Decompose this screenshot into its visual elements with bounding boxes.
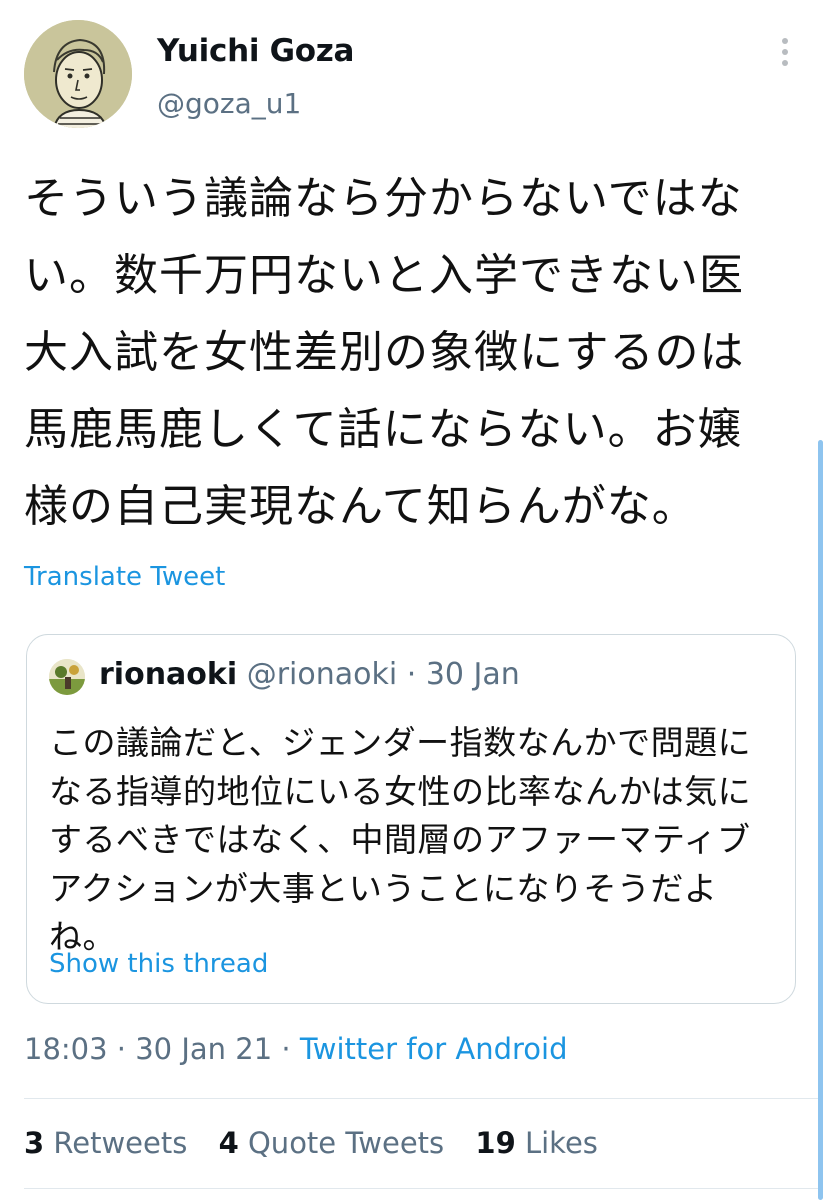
quoted-tweet-card[interactable]: rionaoki @rionaoki · 30 Jan この議論だと、ジェンダー… [26,634,796,1004]
likes-count: 19 [475,1126,516,1160]
tweet-source-link[interactable]: Twitter for Android [300,1032,568,1066]
quoted-author-name[interactable]: rionaoki [99,657,237,692]
dot [782,60,788,66]
author-avatar[interactable] [24,20,132,128]
author-handle[interactable]: @goza_u1 [157,87,301,120]
quoted-tweet-text: この議論だと、ジェンダー指数なんかで問題に なる指導的地位にいる女性の比率なんか… [49,723,752,956]
quoted-author-avatar [49,659,85,695]
separator-dot: · [116,1032,127,1066]
quote-tweets-count: 4 [218,1126,239,1160]
quoted-author-handle[interactable]: @rionaoki [247,657,397,692]
retweets-stat[interactable]: 3 Retweets [24,1126,197,1160]
likes-label: Likes [524,1126,598,1160]
tweet-time[interactable]: 18:03 [24,1032,108,1066]
likes-stat[interactable]: 19 Likes [475,1126,598,1160]
retweets-count: 3 [24,1126,45,1160]
quoted-tweet-date[interactable]: 30 Jan [426,657,520,692]
translate-tweet-link[interactable]: Translate Tweet [24,562,225,592]
quote-tweets-label: Quote Tweets [247,1126,445,1160]
dot [782,38,788,44]
tweet-date[interactable]: 30 Jan 21 [135,1032,272,1066]
quote-tweets-stat[interactable]: 4 Quote Tweets [219,1126,454,1160]
scrollbar[interactable] [818,440,823,1200]
quoted-tweet-header: rionaoki @rionaoki · 30 Jan [99,657,520,692]
divider [24,1098,823,1099]
avatar-photo-icon [49,659,85,695]
show-thread-link[interactable]: Show this thread [49,949,268,979]
separator-dot: · [281,1032,291,1066]
more-options-icon[interactable] [775,38,795,78]
retweets-label: Retweets [53,1126,188,1160]
tweet-text: そういう議論なら分からないではな い。数千万円ないと入学できない医 大入試を女性… [24,173,745,532]
dot [782,49,788,55]
tweet-stats: 3 Retweets 4 Quote Tweets 19 Likes [24,1126,620,1160]
separator-dot: · [406,657,417,692]
divider [24,1188,823,1189]
tweet-meta: 18:03 · 30 Jan 21 · Twitter for Android [24,1032,567,1066]
avatar-sketch-icon [24,20,132,128]
author-display-name[interactable]: Yuichi Goza [157,33,354,69]
